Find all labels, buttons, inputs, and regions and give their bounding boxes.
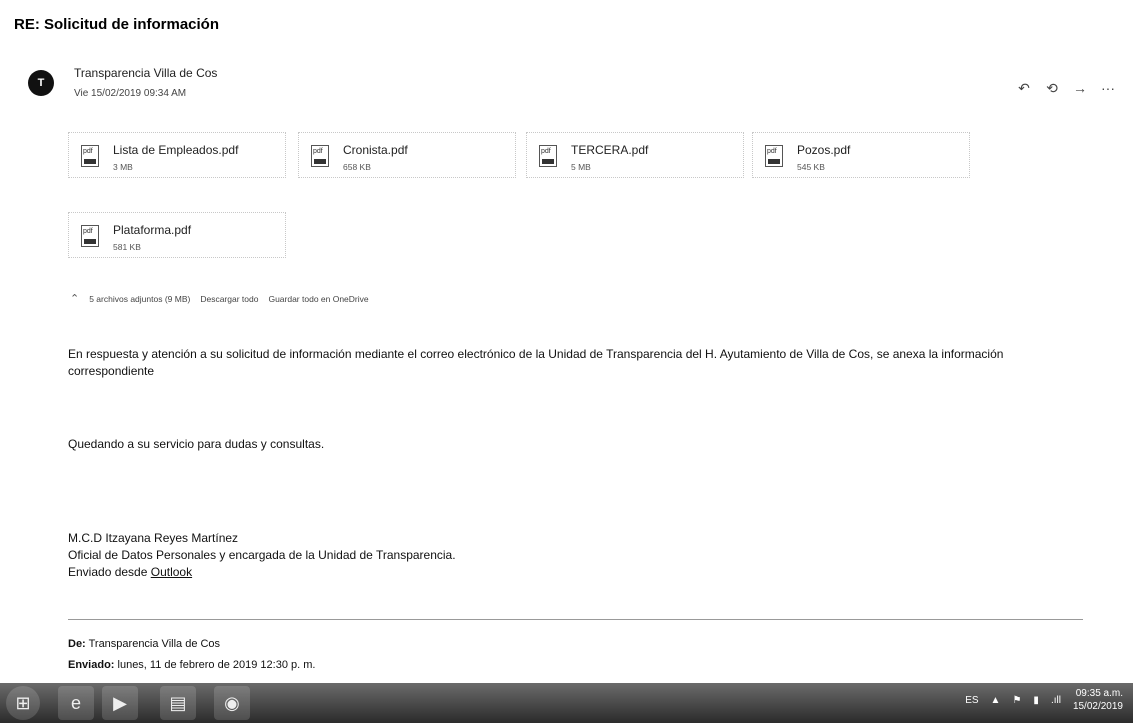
sent-date: Vie 15/02/2019 09:34 AM bbox=[74, 88, 187, 99]
taskbar-browser[interactable]: e bbox=[58, 686, 94, 720]
quoted-from: De: Transparencia Villa de Cos bbox=[68, 638, 221, 650]
taskbar-notepad[interactable]: ▤ bbox=[160, 686, 196, 720]
body-closing: Quedando a su servicio para dudas y cons… bbox=[68, 437, 325, 451]
signal-icon[interactable]: .ıll bbox=[1051, 695, 1061, 706]
sent-from-line: Enviado desde Outlook bbox=[68, 565, 193, 579]
body-paragraph-line: correspondiente bbox=[68, 364, 155, 378]
pdf-file-icon: pdf bbox=[81, 225, 99, 247]
download-all-link[interactable]: Descargar todo bbox=[200, 294, 258, 304]
attachment-name: Plataforma.pdf bbox=[113, 223, 192, 237]
taskbar: ⊞ e ▶ ▤ ◉ ES ▲ ⚑ ▮ .ıll 09:35 a.m. 15/02… bbox=[0, 683, 1133, 723]
attachment-item[interactable]: pdf Plataforma.pdf 581 KB bbox=[68, 212, 286, 258]
show-hidden-icons-icon[interactable]: ▲ bbox=[991, 695, 1001, 706]
reply-all-icon[interactable]: ⟲ bbox=[1045, 80, 1059, 97]
chrome-icon: ◉ bbox=[224, 692, 240, 713]
collapse-chevron-icon[interactable]: ⌃ bbox=[70, 292, 79, 305]
signature-name: M.C.D Itzayana Reyes Martínez bbox=[68, 531, 239, 545]
attachment-name: Pozos.pdf bbox=[797, 143, 851, 157]
attachment-name: TERCERA.pdf bbox=[571, 143, 649, 157]
reply-icon[interactable]: ↶ bbox=[1017, 80, 1031, 97]
save-onedrive-link[interactable]: Guardar todo en OneDrive bbox=[268, 294, 368, 304]
attachment-size: 5 MB bbox=[571, 162, 591, 172]
start-button[interactable]: ⊞ bbox=[6, 686, 40, 720]
system-tray: ES ▲ ⚑ ▮ .ıll 09:35 a.m. 15/02/2019 bbox=[965, 687, 1123, 713]
attachment-name: Lista de Empleados.pdf bbox=[113, 143, 239, 157]
message-actions: ↶ ⟲ → ··· bbox=[1017, 80, 1115, 97]
avatar-initial: T bbox=[37, 77, 45, 89]
attachment-size: 3 MB bbox=[113, 162, 133, 172]
pdf-file-icon: pdf bbox=[81, 145, 99, 167]
attachment-size: 658 KB bbox=[343, 162, 371, 172]
body-paragraph: En respuesta y atención a su solicitud d… bbox=[68, 346, 1003, 380]
signature-block: M.C.D Itzayana Reyes Martínez Oficial de… bbox=[68, 530, 456, 581]
pdf-file-icon: pdf bbox=[765, 145, 783, 167]
taskbar-chrome[interactable]: ◉ bbox=[214, 686, 250, 720]
sender-avatar: T bbox=[28, 70, 54, 96]
attachment-item[interactable]: pdf Cronista.pdf 658 KB bbox=[298, 132, 516, 178]
forward-icon[interactable]: → bbox=[1073, 80, 1087, 97]
attachment-summary: ⌃ 5 archivos adjuntos (9 MB) Descargar t… bbox=[70, 292, 369, 305]
pdf-file-icon: pdf bbox=[311, 145, 329, 167]
media-player-icon: ▶ bbox=[113, 692, 127, 713]
attachment-name: Cronista.pdf bbox=[343, 143, 408, 157]
quote-divider bbox=[68, 619, 1083, 620]
network-icon[interactable]: ▮ bbox=[1033, 695, 1039, 706]
attachment-item[interactable]: pdf Pozos.pdf 545 KB bbox=[752, 132, 970, 178]
attachment-size: 545 KB bbox=[797, 162, 825, 172]
outlook-link[interactable]: Outlook bbox=[151, 565, 192, 579]
language-indicator[interactable]: ES bbox=[965, 695, 978, 706]
windows-logo-icon: ⊞ bbox=[15, 692, 31, 713]
quoted-sent: Enviado: lunes, 11 de febrero de 2019 12… bbox=[68, 659, 316, 671]
pdf-file-icon: pdf bbox=[539, 145, 557, 167]
taskbar-media-player[interactable]: ▶ bbox=[102, 686, 138, 720]
notepad-icon: ▤ bbox=[169, 692, 187, 713]
more-options-icon[interactable]: ··· bbox=[1101, 80, 1115, 97]
browser-icon: e bbox=[70, 692, 81, 713]
attachment-count: 5 archivos adjuntos (9 MB) bbox=[89, 293, 191, 304]
system-clock[interactable]: 09:35 a.m. 15/02/2019 bbox=[1073, 687, 1123, 713]
attachment-size: 581 KB bbox=[113, 242, 141, 252]
subject-heading: RE: Solicitud de información bbox=[14, 16, 220, 33]
attachment-item[interactable]: pdf Lista de Empleados.pdf 3 MB bbox=[68, 132, 286, 178]
body-paragraph-line: En respuesta y atención a su solicitud d… bbox=[68, 347, 1004, 361]
action-center-icon[interactable]: ⚑ bbox=[1012, 695, 1021, 706]
attachment-item[interactable]: pdf TERCERA.pdf 5 MB bbox=[526, 132, 744, 178]
signature-title: Oficial de Datos Personales y encargada … bbox=[68, 548, 456, 562]
sender-name: Transparencia Villa de Cos bbox=[74, 66, 218, 80]
